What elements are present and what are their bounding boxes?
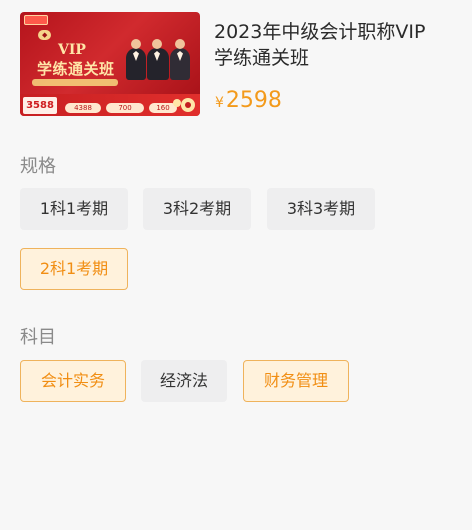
product-price: ¥ 2598 xyxy=(215,88,282,116)
spec-section-label: 规格 xyxy=(20,156,56,177)
thumbnail-benefit-pill: 160 xyxy=(149,103,177,113)
spec-option-1-subject-1-term[interactable]: 1科1考期 xyxy=(20,188,128,230)
spec-option-3-subject-3-term[interactable]: 3科3考期 xyxy=(267,188,375,230)
thumbnail-feature-band xyxy=(32,79,118,86)
thumbnail-vip-text: VIP xyxy=(58,42,86,58)
teacher-figure xyxy=(126,39,146,80)
product-thumbnail[interactable]: ◆ VIP 学练通关班 3588 4388 700 160 xyxy=(20,12,200,116)
subject-option-financial-management[interactable]: 财务管理 xyxy=(243,360,349,402)
subject-options: 会计实务 经济法 财务管理 xyxy=(20,360,440,404)
teacher-figure xyxy=(170,39,190,80)
thumbnail-price-badge: 3588 xyxy=(23,97,57,114)
thumbnail-tag-pill: ◆ xyxy=(38,30,52,40)
thumbnail-benefit-pill: 700 xyxy=(106,103,144,113)
thumbnail-benefit-pill: 4388 xyxy=(65,103,101,113)
spec-options: 1科1考期 3科2考期 3科3考期 2科1考期 xyxy=(20,188,440,292)
gift-icon xyxy=(181,98,195,112)
subject-option-economic-law[interactable]: 经济法 xyxy=(141,360,227,402)
currency-symbol: ¥ xyxy=(215,95,224,111)
spec-option-2-subject-1-term[interactable]: 2科1考期 xyxy=(20,248,128,290)
product-title: 2023年中级会计职称VIP 学练通关班 xyxy=(214,21,426,69)
teacher-figure xyxy=(147,39,169,80)
thumbnail-headline: 学练通关班 xyxy=(37,60,115,78)
subject-section-label: 科目 xyxy=(20,327,56,348)
product-summary: ◆ VIP 学练通关班 3588 4388 700 160 2023年中级会计职… xyxy=(20,12,460,116)
teacher-avatars xyxy=(124,38,190,80)
spec-option-3-subject-2-term[interactable]: 3科2考期 xyxy=(143,188,251,230)
price-value: 2598 xyxy=(225,88,282,113)
subject-option-accounting[interactable]: 会计实务 xyxy=(20,360,126,402)
thumbnail-brand-badge xyxy=(24,15,48,25)
